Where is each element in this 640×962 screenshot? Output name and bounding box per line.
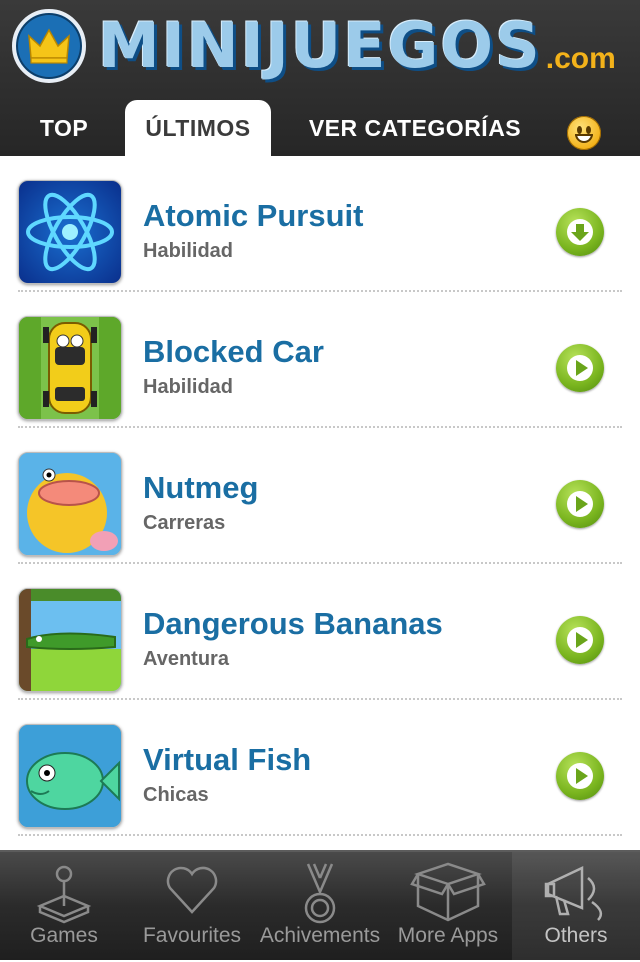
tab-top[interactable]: TOP: [14, 100, 114, 156]
tabbar-label: Others: [544, 924, 608, 947]
tabbar-label: Favourites: [142, 924, 242, 947]
tabbar-label: Achivements: [259, 924, 381, 947]
list-item[interactable]: Nutmeg Carreras: [0, 428, 640, 564]
tabbar-item-games[interactable]: Games: [0, 852, 128, 962]
medal-icon: [256, 862, 384, 926]
game-list: Atomic Pursuit Habilidad Blocked Car Hab…: [0, 156, 640, 850]
logo: MINIJUEGOS .com: [12, 6, 632, 86]
chick-icon[interactable]: [18, 452, 122, 556]
play-icon[interactable]: [556, 752, 604, 800]
play-icon[interactable]: [556, 344, 604, 392]
box-icon: [384, 862, 512, 926]
tab-ultimos[interactable]: ÚLTIMOS: [125, 100, 271, 156]
crown-icon: [12, 9, 86, 83]
play-icon[interactable]: [556, 616, 604, 664]
list-item[interactable]: Virtual Fish Chicas: [0, 700, 640, 836]
game-title[interactable]: Virtual Fish: [143, 742, 311, 778]
logo-text: MINIJUEGOS: [98, 9, 542, 82]
game-title[interactable]: Nutmeg: [143, 470, 258, 506]
play-icon[interactable]: [556, 480, 604, 528]
download-icon[interactable]: [556, 208, 604, 256]
car-icon[interactable]: [18, 316, 122, 420]
list-item[interactable]: Atomic Pursuit Habilidad: [0, 156, 640, 292]
bottom-tab-bar: Games Favourites Achivements More Apps O…: [0, 850, 640, 962]
tabbar-label: Games: [30, 924, 98, 947]
game-title[interactable]: Atomic Pursuit: [143, 198, 363, 234]
game-category: Carreras: [143, 512, 226, 534]
fish-icon[interactable]: [18, 724, 122, 828]
tabbar-label: More Apps: [397, 924, 499, 947]
game-category: Habilidad: [143, 240, 234, 262]
tab-ver-categorias[interactable]: VER CATEGORÍAS: [290, 100, 540, 156]
joystick-icon: [0, 862, 128, 926]
tabbar-item-others[interactable]: Others: [512, 852, 640, 962]
tabbar-item-more-apps[interactable]: More Apps: [384, 852, 512, 962]
crocodile-icon[interactable]: [18, 588, 122, 692]
game-category: Aventura: [143, 648, 229, 670]
game-category: Chicas: [143, 784, 209, 806]
list-item[interactable]: Dangerous Bananas Aventura: [0, 564, 640, 700]
smiley-icon[interactable]: [567, 116, 601, 150]
list-item[interactable]: Blocked Car Habilidad: [0, 292, 640, 428]
atom-icon[interactable]: [18, 180, 122, 284]
tabbar-item-achievements[interactable]: Achivements: [256, 852, 384, 962]
logo-suffix: .com: [545, 42, 616, 75]
tabbar-item-favourites[interactable]: Favourites: [128, 852, 256, 962]
game-title[interactable]: Dangerous Bananas: [143, 606, 443, 642]
heart-icon: [128, 862, 256, 926]
game-category: Habilidad: [143, 376, 234, 398]
game-title[interactable]: Blocked Car: [143, 334, 324, 370]
megaphone-icon: [512, 862, 640, 926]
top-tabs: TOP ÚLTIMOS VER CATEGORÍAS: [0, 100, 640, 156]
